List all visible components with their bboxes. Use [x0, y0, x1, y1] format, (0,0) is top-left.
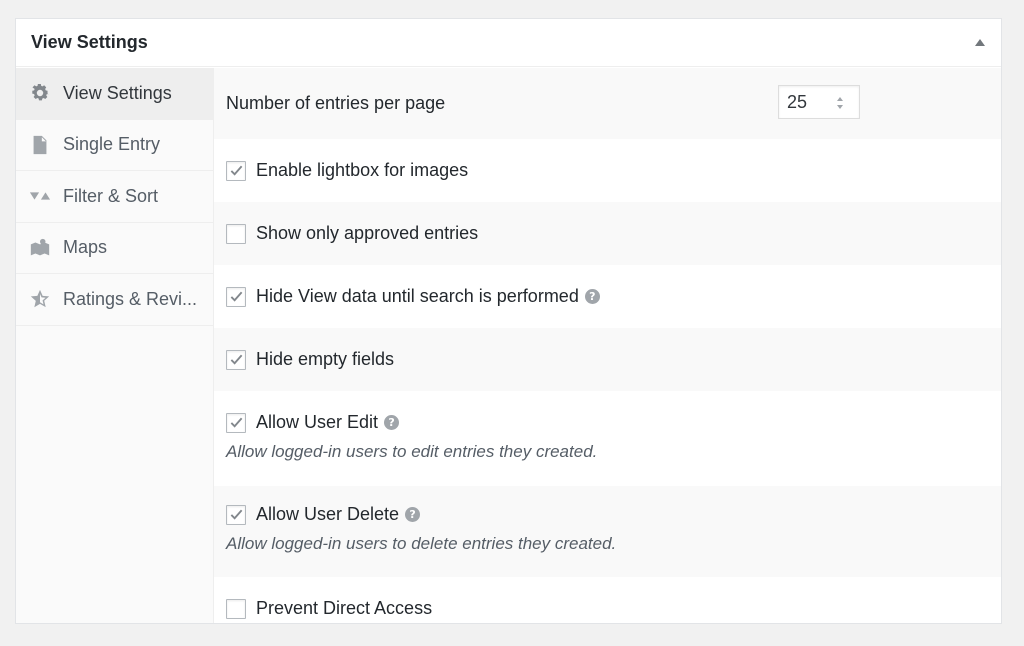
hide-empty-checkbox[interactable]: [226, 349, 246, 370]
setting-label: Number of entries per page: [226, 93, 446, 113]
setting-label: Allow User Delete: [256, 504, 400, 524]
tab-maps[interactable]: Maps: [16, 223, 213, 274]
checkmark-icon: [230, 291, 242, 302]
entries-per-page-input[interactable]: 25: [778, 85, 860, 119]
tab-label: View Settings: [63, 82, 172, 103]
number-spinner[interactable]: [836, 97, 843, 109]
setting-hide-until-search: Hide View data until search is performed…: [214, 265, 1001, 328]
setting-user-edit: Allow User Edit ? Allow logged-in users …: [214, 391, 1001, 486]
tab-view-settings[interactable]: View Settings: [16, 68, 213, 120]
user-delete-checkbox[interactable]: [226, 504, 246, 525]
view-settings-postbox: View Settings View Settings Single Entry: [15, 18, 1002, 624]
tab-label: Ratings & Revi...: [63, 288, 198, 309]
checkmark-icon: [230, 354, 242, 365]
spinner-up-icon[interactable]: [836, 97, 843, 101]
direct-access-checkbox[interactable]: [226, 598, 246, 619]
postbox-header[interactable]: View Settings: [16, 19, 1001, 67]
input-value: 25: [787, 91, 808, 112]
tab-ratings-reviews[interactable]: Ratings & Revi...: [16, 274, 213, 326]
tab-label: Single Entry: [63, 134, 161, 155]
map-icon: [29, 237, 51, 259]
tab-filter-sort[interactable]: Filter & Sort: [16, 171, 213, 223]
setting-description: Allow logged-in users to delete entries …: [226, 534, 617, 553]
checkmark-icon: [230, 165, 242, 176]
checkmark-icon: [230, 509, 242, 520]
help-icon[interactable]: ?: [405, 507, 421, 522]
setting-entries-per-page: Number of entries per page 25: [214, 68, 1001, 139]
settings-panel: Number of entries per page 25 Enable lig…: [214, 68, 1001, 623]
setting-label: Prevent Direct Access: [256, 598, 433, 618]
help-icon[interactable]: ?: [584, 289, 600, 304]
setting-description: Allow logged-in users to edit entries th…: [226, 442, 598, 461]
postbox-title: View Settings: [31, 32, 148, 52]
document-icon: [29, 134, 51, 156]
setting-user-delete: Allow User Delete ? Allow logged-in user…: [214, 486, 1001, 577]
star-icon: [29, 288, 51, 310]
collapse-arrow-icon[interactable]: [975, 39, 985, 46]
spinner-down-icon[interactable]: [836, 105, 843, 109]
setting-label: Allow User Edit: [256, 412, 379, 432]
lightbox-checkbox[interactable]: [226, 160, 246, 181]
hide-until-search-checkbox[interactable]: [226, 286, 246, 307]
setting-label: Show only approved entries: [256, 223, 479, 243]
setting-label: Hide View data until search is performed: [256, 286, 579, 306]
setting-label: Enable lightbox for images: [256, 160, 469, 180]
filter-sort-icon: [29, 185, 51, 207]
setting-lightbox: Enable lightbox for images: [214, 139, 1001, 202]
setting-label: Hide empty fields: [256, 349, 395, 369]
setting-approved-only: Show only approved entries: [214, 202, 1001, 265]
tab-single-entry[interactable]: Single Entry: [16, 120, 213, 171]
tab-label: Maps: [63, 237, 108, 258]
user-edit-checkbox[interactable]: [226, 412, 246, 433]
setting-direct-access: Prevent Direct Access: [214, 577, 1001, 623]
settings-tabs: View Settings Single Entry Filter & Sort…: [16, 68, 214, 623]
gear-icon: [29, 82, 51, 104]
approved-only-checkbox[interactable]: [226, 223, 246, 244]
checkmark-icon: [230, 417, 242, 428]
help-icon[interactable]: ?: [384, 415, 400, 430]
postbox-body: View Settings Single Entry Filter & Sort…: [16, 68, 1001, 623]
tab-label: Filter & Sort: [63, 185, 159, 206]
setting-hide-empty: Hide empty fields: [214, 328, 1001, 391]
